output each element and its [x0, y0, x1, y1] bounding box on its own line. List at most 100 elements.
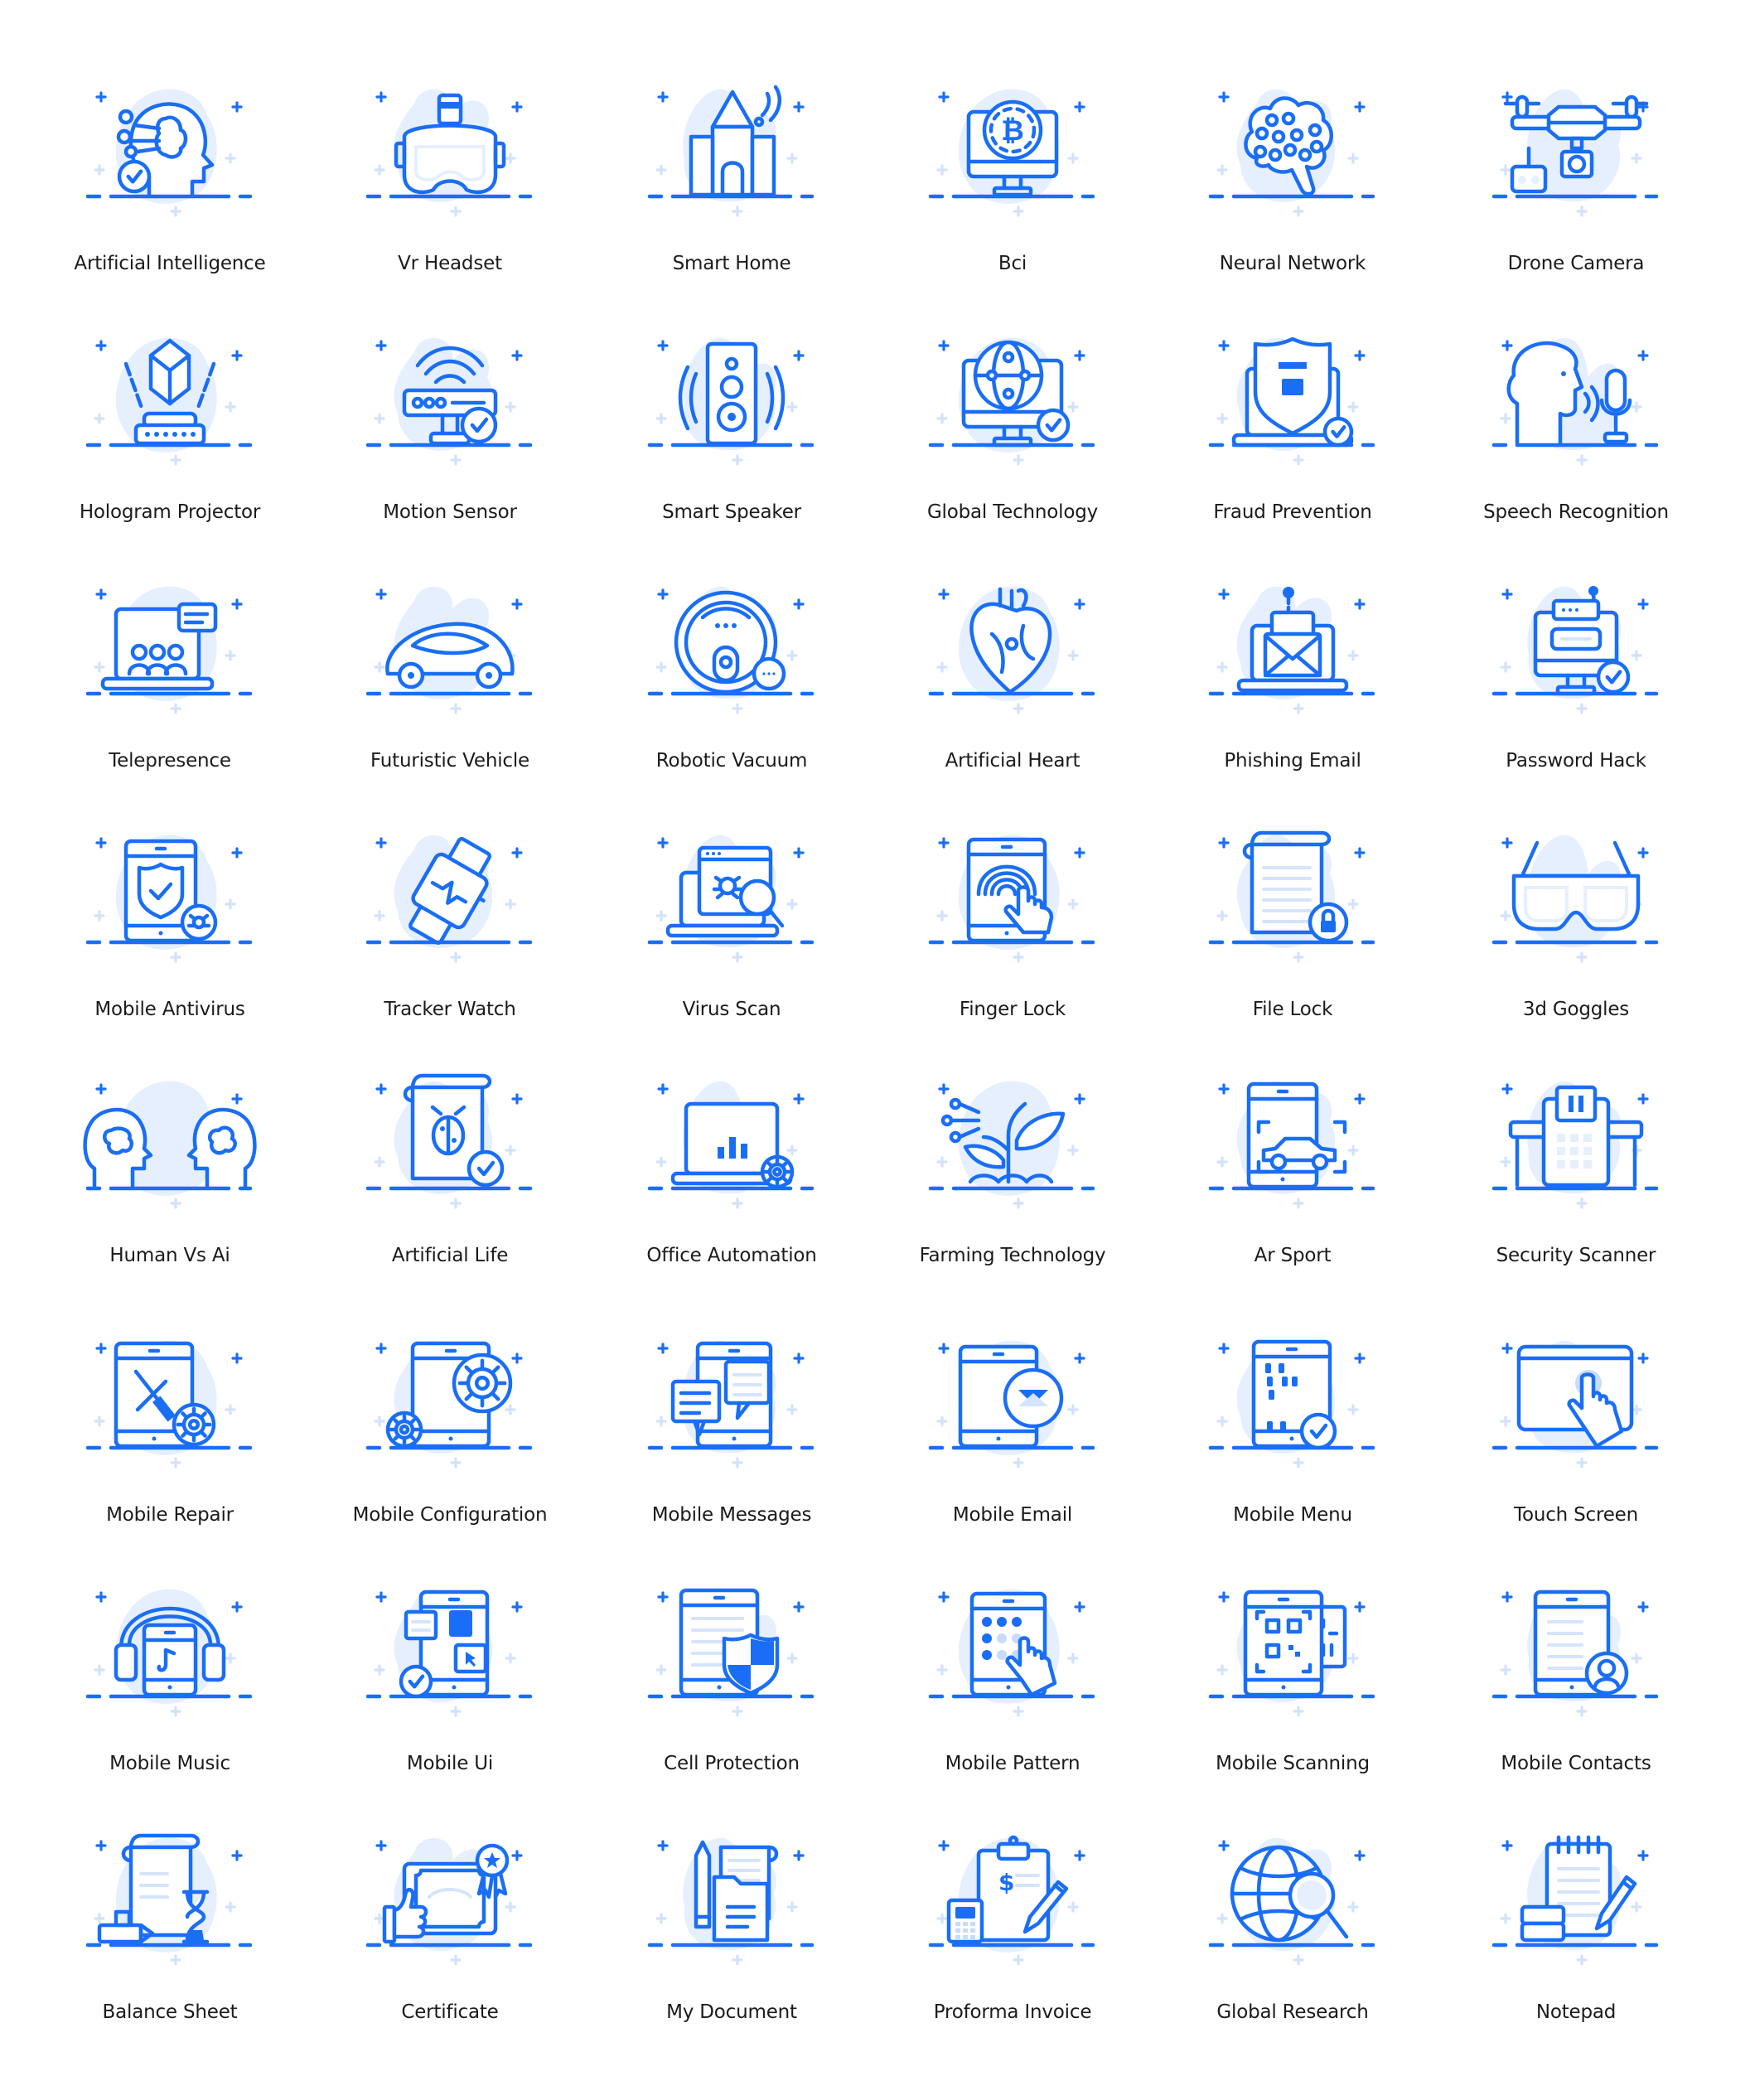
icon-label: Futuristic Vehicle	[370, 750, 529, 772]
mobile-antivirus-icon	[83, 825, 257, 965]
certificate-icon	[363, 1827, 537, 1968]
neural-network-icon	[1206, 79, 1380, 220]
icon-grid: Artificial Intelligence Vr Headset Smart…	[0, 0, 1750, 2100]
icon-card: Cell Protection	[607, 1579, 856, 1811]
ar-sport-icon	[1206, 1071, 1380, 1212]
icon-card: Mobile Messages	[607, 1330, 856, 1562]
icon-label: Mobile Email	[952, 1504, 1073, 1526]
touch-screen-icon	[1489, 1330, 1663, 1471]
my-document-icon	[645, 1827, 819, 1968]
icon-card: Smart Speaker	[607, 327, 856, 559]
icon-card: Phishing Email	[1168, 576, 1417, 808]
icon-label: Mobile Music	[109, 1753, 230, 1774]
icon-label: Password Hack	[1506, 750, 1646, 772]
icon-card: Notepad	[1452, 1827, 1700, 2059]
svg-text:$: $	[998, 1869, 1014, 1896]
drone-camera-icon	[1489, 79, 1663, 220]
icon-card: Certificate	[326, 1827, 574, 2059]
icon-card: Touch Screen	[1452, 1330, 1700, 1562]
icon-label: Proforma Invoice	[933, 2001, 1092, 2023]
icon-label: Vr Headset	[398, 253, 502, 274]
icon-card: Security Scanner	[1452, 1071, 1700, 1303]
icon-label: Virus Scan	[682, 999, 781, 1020]
smart-home-icon	[645, 79, 819, 220]
icon-label: Notepad	[1535, 2001, 1617, 2023]
icon-card: Mobile Scanning	[1168, 1579, 1417, 1811]
balance-sheet-icon	[83, 1827, 257, 1968]
cell-protection-icon	[645, 1579, 819, 1720]
icon-label: Security Scanner	[1496, 1245, 1656, 1266]
global-research-icon	[1206, 1827, 1380, 1968]
notepad-icon	[1489, 1827, 1663, 1968]
mobile-music-icon	[83, 1579, 257, 1720]
robotic-vacuum-icon	[645, 576, 819, 717]
icon-label: Certificate	[401, 2001, 499, 2023]
icon-card: Mobile Music	[46, 1579, 294, 1811]
icon-card: 3d Goggles	[1452, 825, 1700, 1057]
telepresence-icon	[83, 576, 257, 717]
icon-label: Mobile Ui	[406, 1753, 494, 1774]
icon-card: Ar Sport	[1168, 1071, 1417, 1303]
vr-headset-icon	[363, 79, 537, 220]
mobile-configuration-icon	[363, 1330, 537, 1471]
proforma-invoice-icon: $	[926, 1827, 1100, 1968]
icon-label: Tracker Watch	[384, 999, 516, 1020]
icon-label: 3d Goggles	[1522, 999, 1630, 1020]
icon-card: Drone Camera	[1452, 79, 1700, 311]
mobile-scanning-icon	[1206, 1579, 1380, 1720]
artificial-life-icon	[363, 1071, 537, 1212]
icon-label: Mobile Messages	[651, 1504, 812, 1526]
svg-text:₿: ₿	[1001, 114, 1024, 148]
icon-label: Artificial Heart	[945, 750, 1080, 772]
file-lock-icon	[1206, 825, 1380, 965]
icon-card: Telepresence	[46, 576, 294, 808]
human-vs-ai-icon	[83, 1071, 257, 1212]
mobile-messages-icon	[645, 1330, 819, 1471]
icon-label: Neural Network	[1219, 253, 1366, 274]
icon-card: Global Research	[1168, 1827, 1417, 2059]
icon-card: Artificial Intelligence	[46, 79, 294, 311]
icon-label: Mobile Contacts	[1501, 1753, 1651, 1774]
virus-scan-icon	[645, 825, 819, 965]
icon-card: Virus Scan	[607, 825, 856, 1057]
office-automation-icon	[645, 1071, 819, 1212]
icon-label: Mobile Menu	[1233, 1504, 1352, 1526]
ai-head-icon	[83, 79, 257, 220]
icon-label: Touch Screen	[1514, 1504, 1638, 1526]
icon-card: Farming Technology	[888, 1071, 1137, 1303]
icon-card: Mobile Repair	[46, 1330, 294, 1562]
icon-label: My Document	[666, 2001, 797, 2023]
icon-card: Mobile Antivirus	[46, 825, 294, 1057]
icon-label: File Lock	[1252, 999, 1333, 1020]
mobile-contacts-icon	[1489, 1579, 1663, 1720]
phishing-email-icon	[1206, 576, 1380, 717]
icon-label: Mobile Scanning	[1216, 1753, 1370, 1774]
icon-card: Motion Sensor	[326, 327, 574, 559]
mobile-pattern-icon	[926, 1579, 1100, 1720]
icon-card: Human Vs Ai	[46, 1071, 294, 1303]
icon-label: Robotic Vacuum	[655, 750, 808, 772]
icon-card: Robotic Vacuum	[607, 576, 856, 808]
icon-label: Speech Recognition	[1483, 501, 1669, 523]
icon-card: Fraud Prevention	[1168, 327, 1417, 559]
smart-speaker-icon	[645, 327, 819, 468]
icon-label: Mobile Configuration	[352, 1504, 548, 1526]
icon-label: Mobile Repair	[106, 1504, 234, 1526]
icon-card: Hologram Projector	[46, 327, 294, 559]
icon-label: Mobile Antivirus	[94, 999, 245, 1020]
icon-label: Artificial Life	[391, 1245, 509, 1266]
icon-label: Motion Sensor	[383, 501, 517, 523]
icon-card: Mobile Configuration	[326, 1330, 574, 1562]
speech-recognition-icon	[1489, 327, 1663, 468]
icon-label: Office Automation	[646, 1245, 817, 1266]
password-hack-icon	[1489, 576, 1663, 717]
icon-label: Telepresence	[109, 750, 231, 772]
icon-label: Global Technology	[926, 501, 1099, 523]
mobile-ui-icon	[363, 1579, 537, 1720]
icon-card: Global Technology	[888, 327, 1137, 559]
icon-card: Office Automation	[607, 1071, 856, 1303]
farming-technology-icon	[926, 1071, 1100, 1212]
icon-label: Smart Home	[672, 253, 791, 274]
icon-card: Mobile Pattern	[888, 1579, 1137, 1811]
icon-card: Tracker Watch	[326, 825, 574, 1057]
